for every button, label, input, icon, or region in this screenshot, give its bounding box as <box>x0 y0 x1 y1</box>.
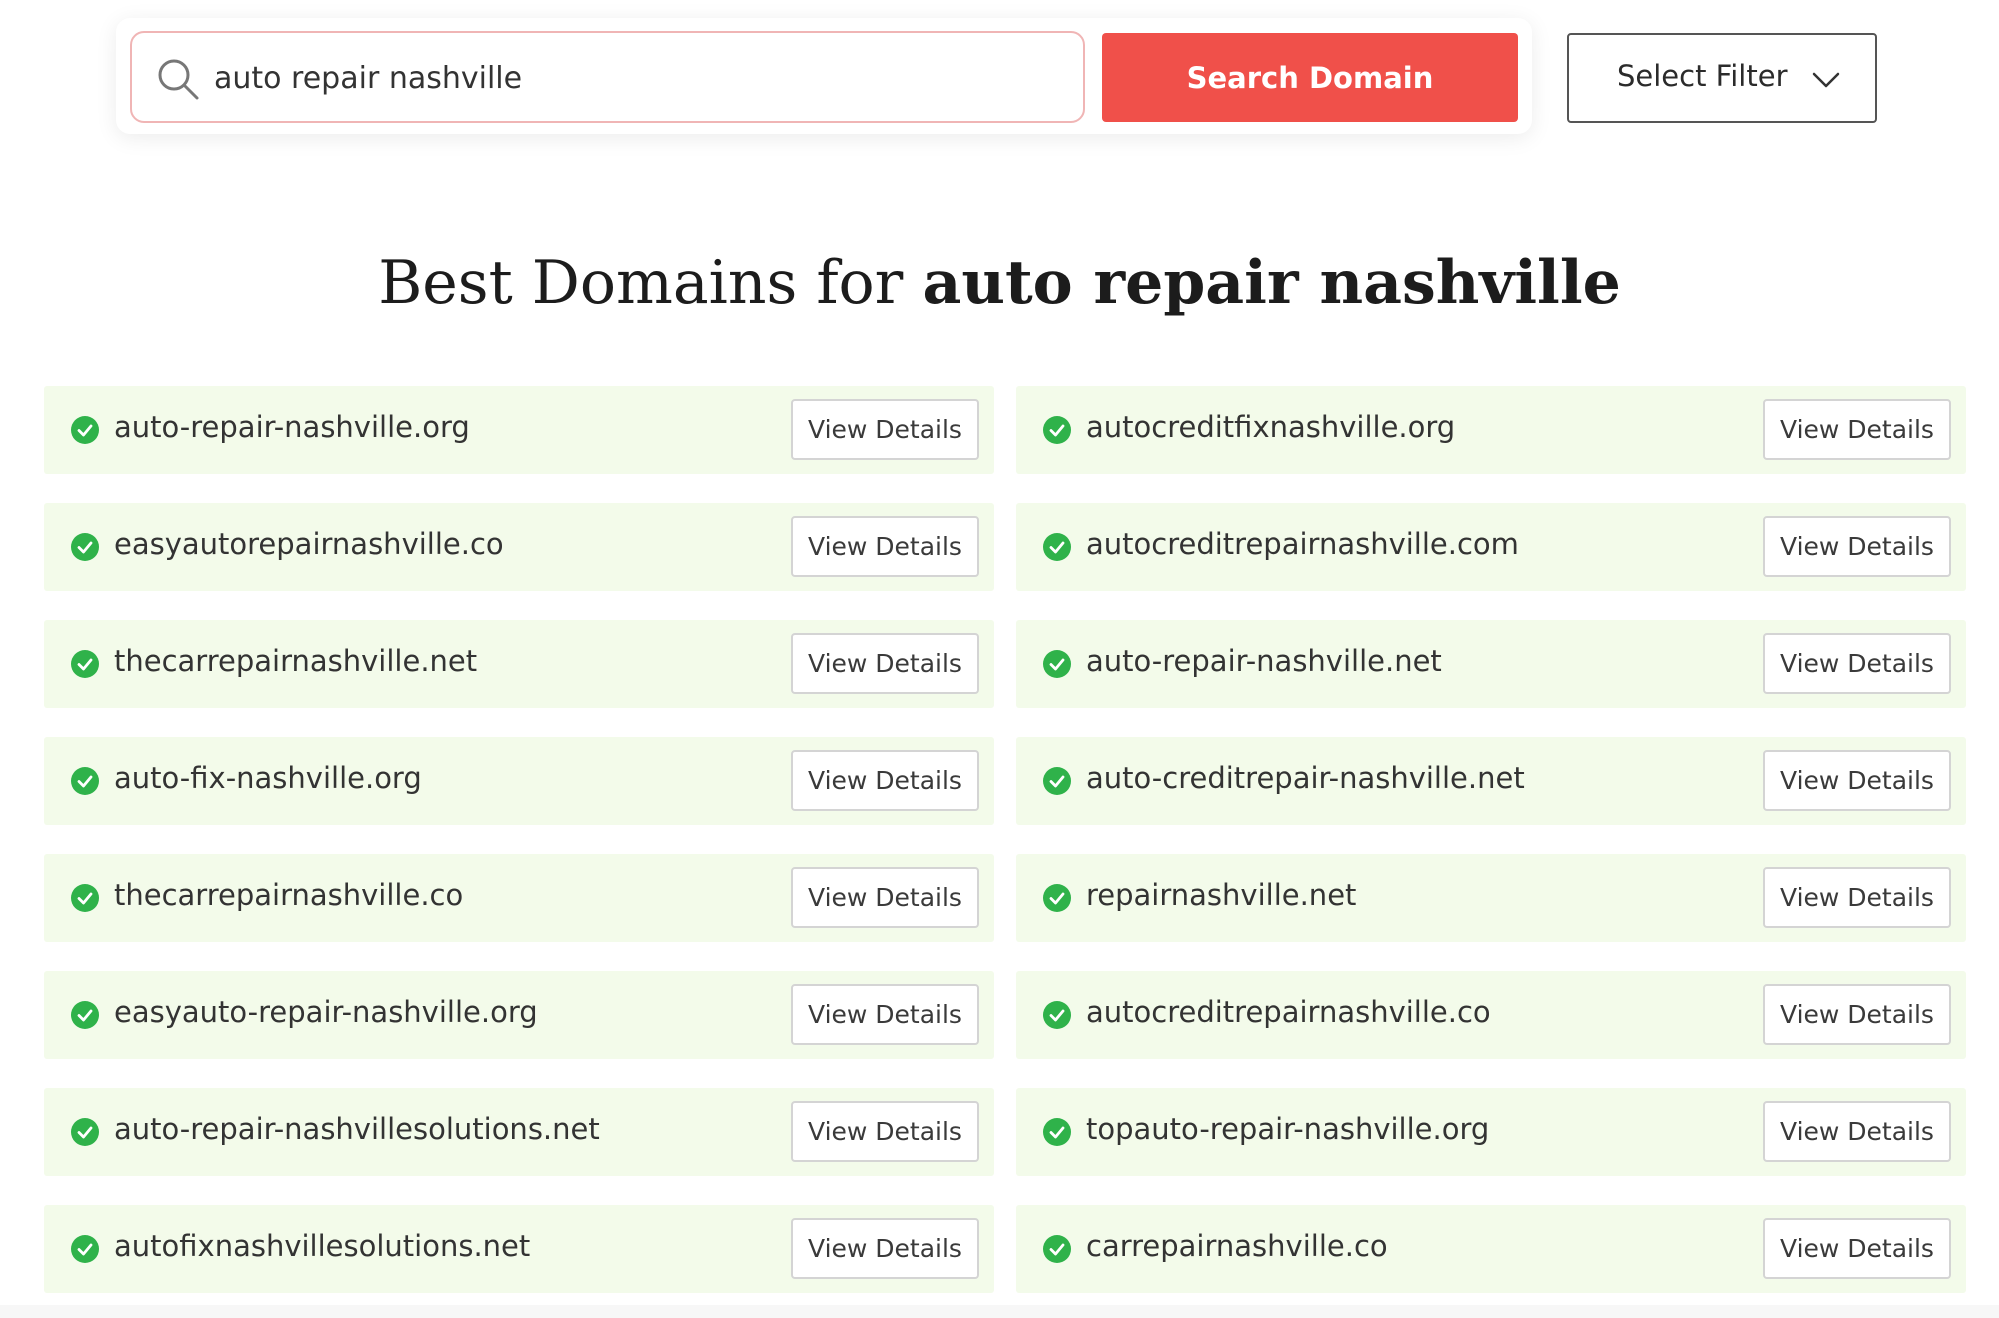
check-circle-icon <box>1043 1118 1071 1146</box>
page-title: Best Domains for auto repair nashville <box>0 248 1999 318</box>
check-circle-icon <box>1043 767 1071 795</box>
result-row: auto-repair-nashville.org View Details <box>44 386 994 474</box>
view-details-button[interactable]: View Details <box>791 867 979 928</box>
domain-name: autofixnashvillesolutions.net <box>114 1229 531 1263</box>
view-details-button[interactable]: View Details <box>1763 1218 1951 1279</box>
result-row: topauto-repair-nashville.org View Details <box>1016 1088 1966 1176</box>
result-row: autocreditrepairnashville.co View Details <box>1016 971 1966 1059</box>
filter-select[interactable]: Select Filter <box>1567 33 1877 123</box>
result-row: auto-repair-nashville.net View Details <box>1016 620 1966 708</box>
check-circle-icon <box>1043 533 1071 561</box>
view-details-button[interactable]: View Details <box>791 633 979 694</box>
check-circle-icon <box>71 1118 99 1146</box>
check-circle-icon <box>71 767 99 795</box>
domain-name: easyautorepairnashville.co <box>114 527 504 561</box>
result-row: autofixnashvillesolutions.net View Detail… <box>44 1205 994 1293</box>
view-details-button[interactable]: View Details <box>1763 633 1951 694</box>
result-row: easyautorepairnashville.co View Details <box>44 503 994 591</box>
check-circle-icon <box>71 1235 99 1263</box>
domain-name: auto-repair-nashvillesolutions.net <box>114 1112 600 1146</box>
domain-name: thecarrepairnashville.net <box>114 644 478 678</box>
view-details-button[interactable]: View Details <box>791 984 979 1045</box>
result-row: autocreditfixnashville.org View Details <box>1016 386 1966 474</box>
check-circle-icon <box>1043 884 1071 912</box>
check-circle-icon <box>71 1001 99 1029</box>
check-circle-icon <box>1043 416 1071 444</box>
page-title-query: auto repair nashville <box>922 248 1621 318</box>
check-circle-icon <box>1043 650 1071 678</box>
result-row: repairnashville.net View Details <box>1016 854 1966 942</box>
view-details-button[interactable]: View Details <box>791 1218 979 1279</box>
check-circle-icon <box>1043 1001 1071 1029</box>
domain-name: easyauto-repair-nashville.org <box>114 995 538 1029</box>
check-circle-icon <box>71 650 99 678</box>
domain-name: autocreditrepairnashville.com <box>1086 527 1519 561</box>
search-input[interactable] <box>214 49 1054 107</box>
search-domain-button[interactable]: Search Domain <box>1102 33 1518 122</box>
result-row: autocreditrepairnashville.com View Detail… <box>1016 503 1966 591</box>
result-row: thecarrepairnashville.net View Details <box>44 620 994 708</box>
search-icon <box>158 59 199 100</box>
domain-name: auto-repair-nashville.org <box>114 410 470 444</box>
filter-label: Select Filter <box>1617 59 1788 93</box>
view-details-button[interactable]: View Details <box>791 399 979 460</box>
result-row: auto-fix-nashville.org View Details <box>44 737 994 825</box>
view-details-button[interactable]: View Details <box>791 1101 979 1162</box>
check-circle-icon <box>71 533 99 561</box>
domain-name: auto-repair-nashville.net <box>1086 644 1442 678</box>
search-box[interactable] <box>130 31 1085 123</box>
view-details-button[interactable]: View Details <box>791 750 979 811</box>
domain-name: repairnashville.net <box>1086 878 1357 912</box>
domain-name: carrepairnashville.co <box>1086 1229 1388 1263</box>
check-circle-icon <box>71 416 99 444</box>
result-row: thecarrepairnashville.co View Details <box>44 854 994 942</box>
view-details-button[interactable]: View Details <box>791 516 979 577</box>
bottom-bar <box>0 1305 1999 1318</box>
result-row: auto-creditrepair-nashville.net View Deta… <box>1016 737 1966 825</box>
domain-name: topauto-repair-nashville.org <box>1086 1112 1490 1146</box>
result-row: easyauto-repair-nashville.org View Detail… <box>44 971 994 1059</box>
page-title-prefix: Best Domains for <box>378 248 923 318</box>
domain-name: autocreditrepairnashville.co <box>1086 995 1491 1029</box>
view-details-button[interactable]: View Details <box>1763 516 1951 577</box>
chevron-down-icon <box>1812 72 1840 88</box>
domain-name: auto-fix-nashville.org <box>114 761 422 795</box>
view-details-button[interactable]: View Details <box>1763 750 1951 811</box>
view-details-button[interactable]: View Details <box>1763 867 1951 928</box>
domain-name: auto-creditrepair-nashville.net <box>1086 761 1525 795</box>
check-circle-icon <box>71 884 99 912</box>
view-details-button[interactable]: View Details <box>1763 984 1951 1045</box>
view-details-button[interactable]: View Details <box>1763 1101 1951 1162</box>
view-details-button[interactable]: View Details <box>1763 399 1951 460</box>
result-row: carrepairnashville.co View Details <box>1016 1205 1966 1293</box>
result-row: auto-repair-nashvillesolutions.net View D… <box>44 1088 994 1176</box>
domain-name: thecarrepairnashville.co <box>114 878 464 912</box>
check-circle-icon <box>1043 1235 1071 1263</box>
domain-name: autocreditfixnashville.org <box>1086 410 1456 444</box>
